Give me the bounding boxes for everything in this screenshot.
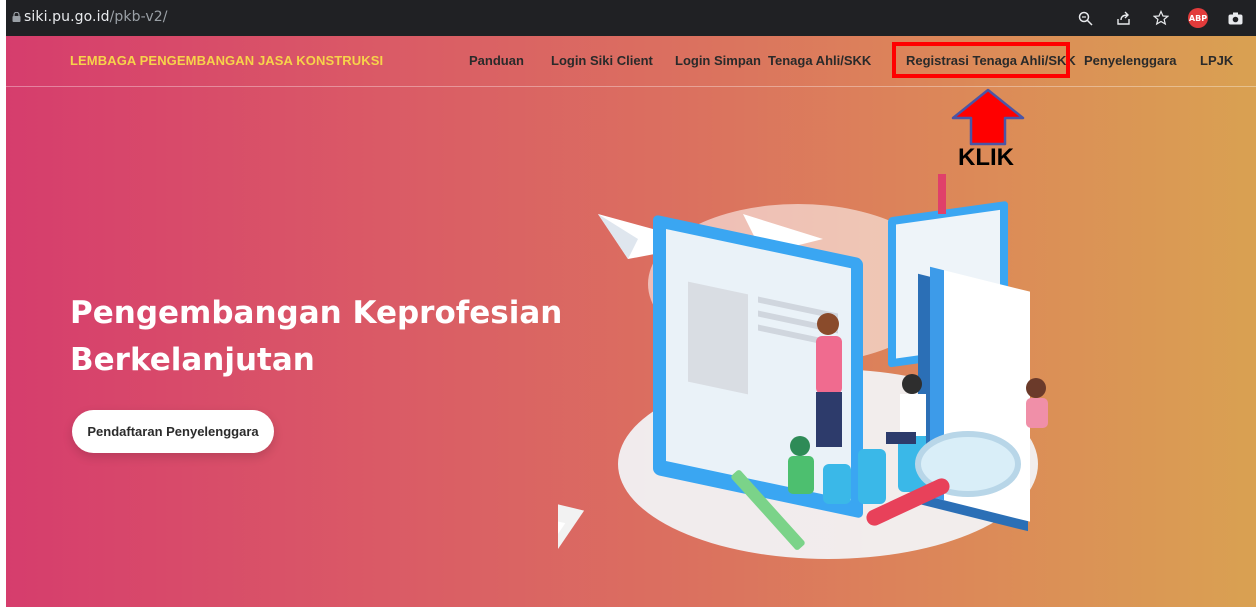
url-host: siki.pu.go.id xyxy=(24,9,110,25)
annotation-highlight-box xyxy=(892,42,1070,78)
annotation-up-arrow-icon xyxy=(951,88,1025,146)
share-icon[interactable] xyxy=(1112,7,1134,29)
hero-title: Pengembangan Keprofesian Berkelanjutan xyxy=(70,290,590,384)
brand-logo-text[interactable]: LEMBAGA PENGEMBANGAN JASA KONSTRUKSI xyxy=(70,53,383,68)
nav-item-lpjk[interactable]: LPJK xyxy=(1200,53,1233,68)
zoom-icon[interactable] xyxy=(1074,7,1096,29)
screenshot-frame: siki.pu.go.id/pkb-v2/ ABP LEMBAGA PENGEM… xyxy=(6,0,1256,607)
nav-item-penyelenggara[interactable]: Penyelenggara xyxy=(1084,53,1177,68)
hero-title-line-1: Pengembangan Keprofesian xyxy=(70,295,563,331)
pendaftaran-penyelenggara-button[interactable]: Pendaftaran Penyelenggara xyxy=(72,410,274,453)
nav-item-tenaga-ahli-skk[interactable]: Tenaga Ahli/SKK xyxy=(768,53,871,68)
bookmark-star-icon[interactable] xyxy=(1150,7,1172,29)
url-path: /pkb-v2/ xyxy=(109,9,168,25)
browser-address-bar: siki.pu.go.id/pkb-v2/ ABP xyxy=(6,0,1256,36)
landing-page: LEMBAGA PENGEMBANGAN JASA KONSTRUKSI Pan… xyxy=(6,36,1256,607)
hero-illustration-image xyxy=(558,174,1048,599)
hero-title-line-2: Berkelanjutan xyxy=(70,342,315,378)
nav-item-login-simpan[interactable]: Login Simpan xyxy=(675,53,761,68)
lock-icon xyxy=(12,12,21,22)
url-field[interactable]: siki.pu.go.id/pkb-v2/ xyxy=(24,9,168,25)
browser-toolbar: ABP xyxy=(1074,7,1246,29)
camera-extension-icon[interactable] xyxy=(1224,7,1246,29)
nav-item-panduan[interactable]: Panduan xyxy=(469,53,524,68)
adblock-extension-icon[interactable]: ABP xyxy=(1188,8,1208,28)
nav-item-login-siki-client[interactable]: Login Siki Client xyxy=(551,53,653,68)
